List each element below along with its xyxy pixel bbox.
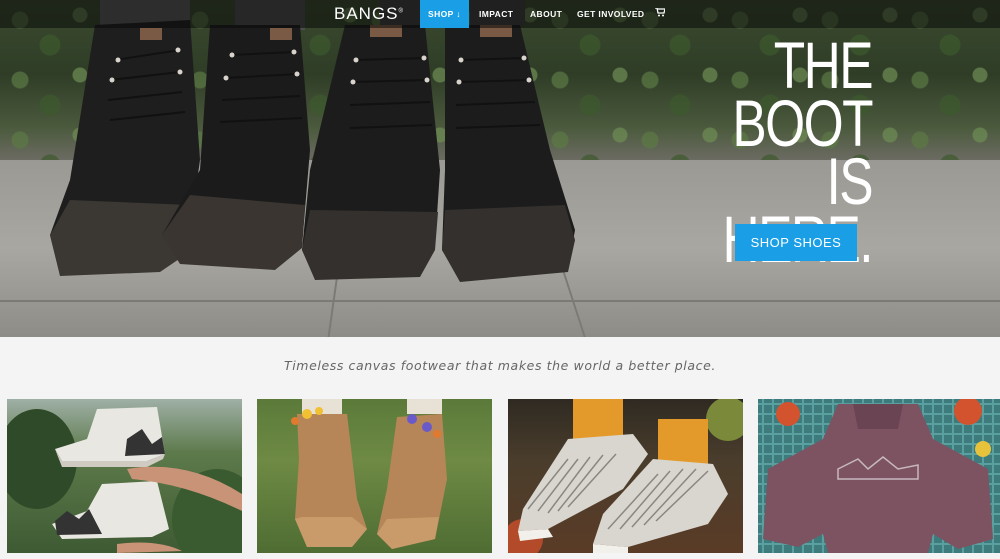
hero-headline-line1: THE BOOT <box>732 28 873 160</box>
shopping-cart-icon[interactable] <box>655 8 665 17</box>
tan-sneakers-photo <box>291 399 447 549</box>
striped-slip-ons-photo <box>508 399 743 553</box>
product-tile-tan-sneakers[interactable] <box>257 399 492 553</box>
nav-impact[interactable]: IMPACT <box>479 0 513 28</box>
boots-photo <box>50 0 575 282</box>
tagline: Timeless canvas footwear that makes the … <box>284 358 716 373</box>
bangs-logo[interactable]: BANGS® <box>334 4 404 24</box>
white-high-tops-photo <box>7 407 242 553</box>
nav-shop[interactable]: SHOP ↓ <box>420 0 469 28</box>
nav-get-involved[interactable]: GET INVOLVED <box>577 0 644 28</box>
shop-shoes-button[interactable]: SHOP SHOES <box>735 224 857 261</box>
product-tile-mauve-hoodie[interactable] <box>758 399 1000 553</box>
hero-banner: BANGS® SHOP ↓ IMPACT ABOUT GET INVOLVED … <box>0 0 1000 337</box>
nav-about[interactable]: ABOUT <box>530 0 562 28</box>
logo-mark: ® <box>398 8 404 15</box>
product-tile-striped-slip-ons[interactable] <box>508 399 743 553</box>
mauve-hoodie-photo <box>758 399 1000 553</box>
logo-text: BANGS <box>334 4 399 23</box>
page: BANGS® SHOP ↓ IMPACT ABOUT GET INVOLVED … <box>0 0 1000 559</box>
top-navigation: BANGS® SHOP ↓ IMPACT ABOUT GET INVOLVED <box>0 0 1000 28</box>
product-tile-white-high-tops[interactable] <box>7 399 242 553</box>
